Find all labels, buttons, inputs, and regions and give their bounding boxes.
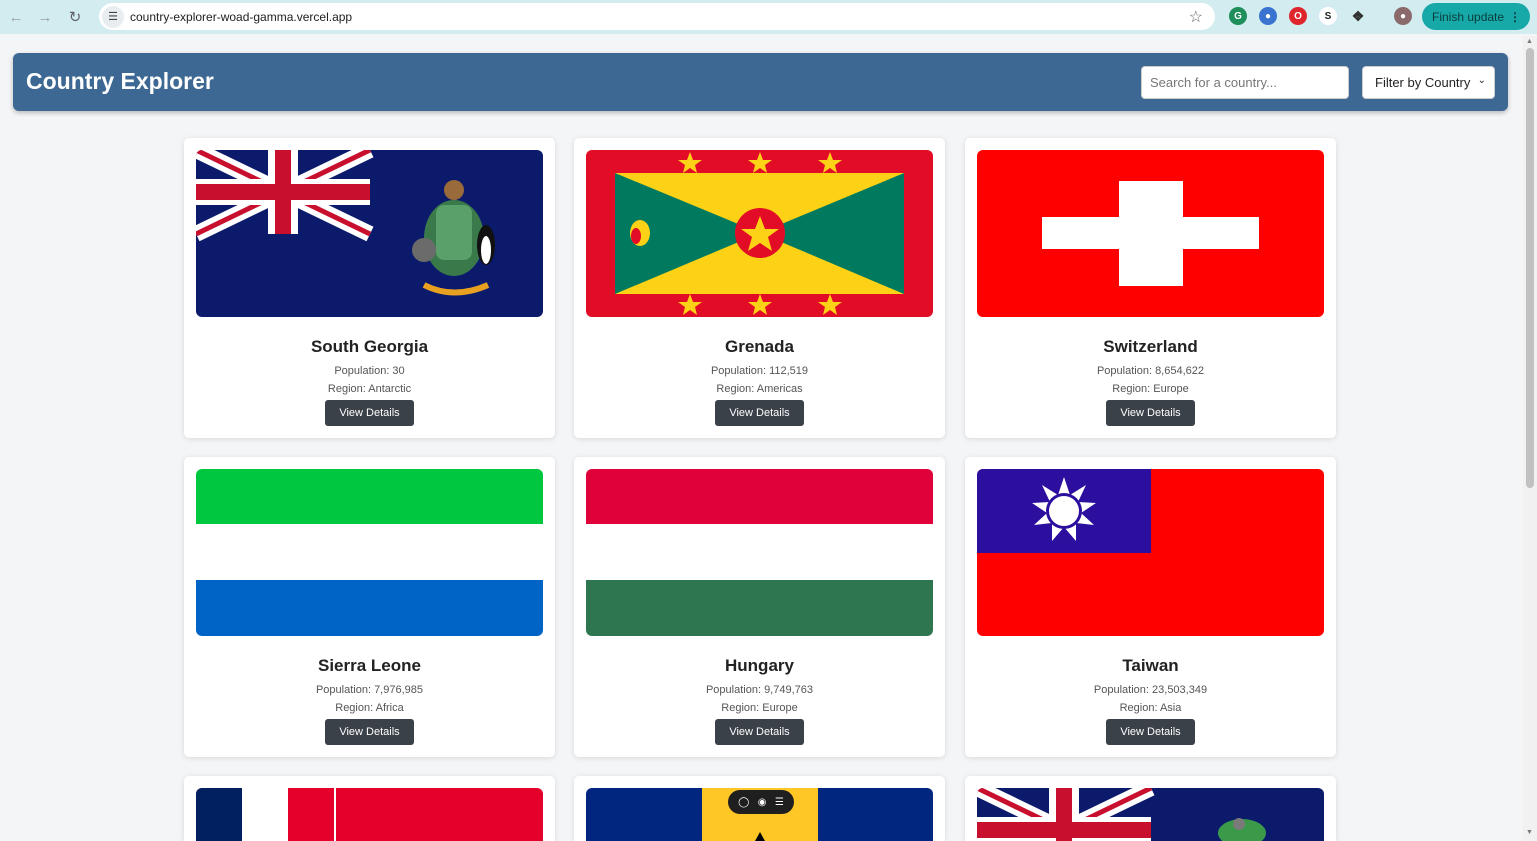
country-card-sierra-leone: Sierra Leone Population: 7,976,985 Regio… [184, 457, 555, 757]
country-name: Switzerland [1103, 337, 1198, 356]
country-name: South Georgia [310, 337, 429, 356]
country-region: Region: Europe [721, 702, 798, 714]
country-region: Region: Antarctic [327, 383, 412, 395]
app-header: Country Explorer Filter by Country ⌄ [13, 53, 1508, 111]
extension-blue-icon[interactable]: ● [1259, 7, 1277, 25]
address-bar[interactable]: ☰ country-explorer-woad-gamma.vercel.app… [99, 3, 1215, 30]
url-text: country-explorer-woad-gamma.vercel.app [130, 9, 353, 24]
page-title: Country Explorer [26, 68, 214, 94]
country-population: Population: 7,976,985 [315, 684, 424, 696]
kebab-menu-icon: ⋮ [1509, 9, 1521, 24]
extension-s-icon[interactable]: S [1319, 7, 1337, 25]
extension-grammar-icon[interactable]: G [1229, 7, 1247, 25]
country-card-hungary: Hungary Population: 9,749,763 Region: Eu… [574, 457, 945, 757]
view-details-button[interactable]: View Details [715, 719, 804, 745]
page-scrollbar[interactable]: ▲ ▼ [1523, 36, 1537, 841]
site-info-icon[interactable]: ☰ [102, 5, 124, 28]
view-details-button[interactable]: View Details [1106, 719, 1195, 745]
flag-image-partial-3 [977, 788, 1324, 841]
chevron-down-icon: ⌄ [1477, 75, 1486, 86]
country-card-partial-1 [184, 776, 555, 841]
profile-avatar[interactable]: ● [1394, 7, 1412, 25]
flag-image-taiwan [977, 469, 1324, 636]
back-arrow-icon[interactable]: ← [2, 3, 30, 31]
extension-opera-icon[interactable]: O [1289, 7, 1307, 25]
forward-arrow-icon[interactable]: → [31, 3, 59, 31]
menu-icon[interactable]: ☰ [775, 797, 784, 808]
finish-update-label: Finish update [1432, 9, 1505, 24]
country-region: Region: Europe [1112, 383, 1189, 395]
country-region: Region: Americas [716, 383, 803, 395]
view-details-button[interactable]: View Details [715, 400, 804, 426]
flag-image-sierra-leone [196, 469, 543, 636]
country-name: Grenada [725, 337, 794, 356]
country-population: Population: 30 [334, 365, 405, 377]
finish-update-button[interactable]: Finish update ⋮ [1422, 3, 1530, 30]
country-card-switzerland: Switzerland Population: 8,654,622 Region… [965, 138, 1336, 438]
country-card-grenada: Grenada Population: 112,519 Region: Amer… [574, 138, 945, 438]
country-card-taiwan: Taiwan Population: 23,503,349 Region: As… [965, 457, 1336, 757]
reload-icon[interactable]: ↻ [61, 3, 89, 31]
extensions-puzzle-icon[interactable]: ❖ [1349, 7, 1367, 25]
country-name: Sierra Leone [318, 656, 421, 675]
flag-image-south-georgia [196, 150, 543, 317]
view-details-button[interactable]: View Details [325, 400, 414, 426]
flag-image-partial-1 [196, 788, 543, 841]
view-details-button[interactable]: View Details [1106, 400, 1195, 426]
bookmark-star-icon[interactable]: ☆ [1189, 7, 1203, 27]
scroll-down-icon[interactable]: ▼ [1526, 829, 1533, 836]
country-name: Hungary [725, 656, 794, 675]
flag-image-switzerland [977, 150, 1324, 317]
comment-icon[interactable]: ◯ [738, 797, 749, 808]
scrollbar-thumb[interactable] [1526, 48, 1534, 488]
search-input[interactable] [1141, 66, 1349, 99]
country-population: Population: 23,503,349 [1093, 684, 1208, 696]
country-population: Population: 8,654,622 [1096, 365, 1205, 377]
country-card-partial-3 [965, 776, 1336, 841]
view-toggle-icon[interactable]: ◉ [758, 797, 767, 808]
filter-country-select[interactable]: Filter by Country ⌄ [1362, 66, 1495, 99]
filter-select-label: Filter by Country [1375, 75, 1471, 90]
country-population: Population: 112,519 [710, 365, 809, 377]
country-region: Region: Africa [335, 702, 404, 714]
country-card-south-georgia: South Georgia Population: 30 Region: Ant… [184, 138, 555, 438]
flag-image-hungary [586, 469, 933, 636]
browser-toolbar: ← → ↻ ☰ country-explorer-woad-gamma.verc… [0, 0, 1537, 34]
floating-toolbar: ◯ ◉ ☰ [728, 790, 794, 814]
scroll-up-icon[interactable]: ▲ [1526, 38, 1533, 45]
view-details-button[interactable]: View Details [325, 719, 414, 745]
country-region: Region: Asia [1119, 702, 1182, 714]
flag-image-grenada [586, 150, 933, 317]
country-population: Population: 9,749,763 [705, 684, 814, 696]
country-name: Taiwan [1122, 656, 1179, 675]
